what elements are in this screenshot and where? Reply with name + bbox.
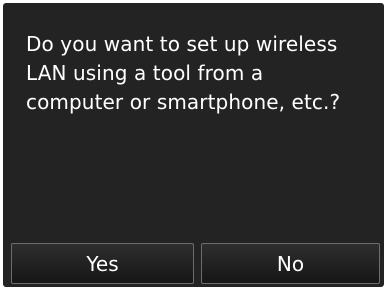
no-button[interactable]: No	[201, 243, 380, 284]
device-screen: Do you want to set up wireless LAN using…	[0, 0, 387, 290]
no-button-label: No	[276, 251, 305, 276]
dialog-message: Do you want to set up wireless LAN using…	[26, 32, 341, 114]
yes-button[interactable]: Yes	[11, 243, 194, 284]
yes-button-label: Yes	[86, 251, 119, 276]
